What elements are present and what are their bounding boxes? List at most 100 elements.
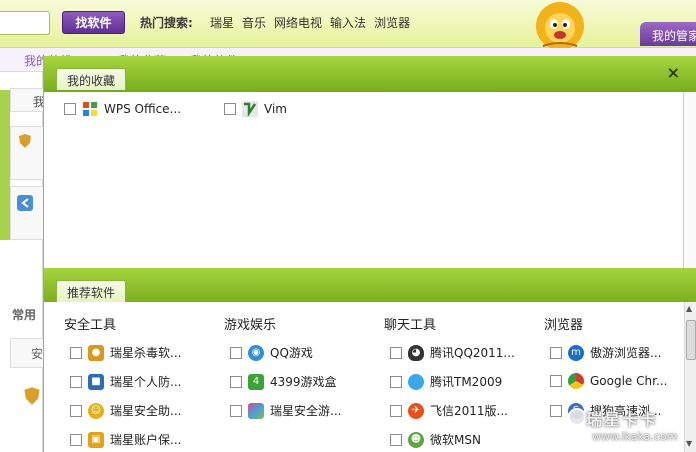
common-label: 常用 [12, 308, 37, 322]
software-label: 腾讯TM2009 [430, 375, 503, 389]
software-label: 腾讯QQ2011... [430, 346, 515, 360]
vim-icon [242, 101, 258, 117]
tab-recommended[interactable]: 推荐软件 [56, 280, 127, 302]
tab-favorites[interactable]: 我的收藏 [56, 68, 127, 90]
checkbox[interactable] [70, 433, 82, 446]
checkbox[interactable] [230, 346, 242, 359]
category-title: 聊天工具 [384, 318, 437, 333]
software-item[interactable]: Google Chr... [550, 373, 667, 389]
favorites-scroll-track [684, 92, 696, 268]
shield-icon [19, 134, 31, 148]
watermark-title: 瑞星卡卡 [586, 410, 659, 429]
software-item[interactable]: m 傲游浏览器... [550, 344, 661, 361]
lion-mascot-icon [536, 2, 584, 48]
checkbox[interactable] [230, 375, 242, 388]
checkbox[interactable] [550, 346, 562, 359]
category-title: 游戏娱乐 [224, 318, 277, 333]
software-label: 微软MSN [430, 433, 481, 447]
checkbox[interactable] [230, 404, 242, 417]
colorful-icon [248, 402, 264, 419]
software-label: 瑞星安全助... [110, 404, 182, 418]
hot-link[interactable]: 音乐 [242, 14, 266, 31]
shield-icon [24, 387, 40, 405]
background-card: 我 [10, 88, 45, 112]
favorite-item[interactable]: WPS Office... [64, 101, 181, 117]
background-card [10, 126, 43, 180]
background-card [10, 186, 43, 240]
software-item[interactable]: 4 4399游戏盒 [230, 373, 337, 390]
hot-link[interactable]: 瑞星 [210, 14, 234, 31]
software-label: 飞信2011版... [430, 404, 508, 418]
software-label: 瑞星账户保... [110, 433, 182, 447]
software-item[interactable]: 腾讯TM2009 [390, 373, 502, 390]
software-item[interactable]: ◉ QQ游戏 [230, 344, 313, 361]
checkbox[interactable] [390, 433, 402, 446]
checkbox[interactable] [390, 346, 402, 359]
favorite-label: Vim [264, 102, 287, 116]
software-label: QQ游戏 [270, 346, 313, 360]
category-title: 安全工具 [64, 318, 117, 333]
shield-icon: ■ [88, 373, 104, 390]
favorite-item[interactable]: Vim [224, 101, 287, 117]
category-title: 浏览器 [544, 318, 584, 333]
software-label: 4399游戏盒 [270, 375, 337, 389]
checkbox[interactable] [390, 375, 402, 388]
lock-icon: ▣ [88, 431, 104, 448]
hot-search-links: 瑞星 音乐 网络电视 输入法 浏览器 [210, 14, 410, 31]
software-item[interactable]: ● 瑞星杀毒软... [70, 344, 181, 361]
wps-icon [82, 101, 98, 117]
checkbox[interactable] [550, 404, 562, 417]
hot-link[interactable]: 网络电视 [274, 14, 322, 31]
watermark-logo-icon [568, 408, 586, 426]
ikaka-watermark: 瑞星卡卡 www.ikaka.com [566, 402, 696, 452]
close-icon[interactable]: × [667, 63, 680, 82]
software-item[interactable]: 瑞星安全游... [230, 402, 341, 419]
checkbox[interactable] [70, 375, 82, 388]
software-item[interactable]: ▣ 瑞星账户保... [70, 431, 181, 448]
software-item[interactable]: ☻ 微软MSN [390, 431, 481, 448]
tm-icon [408, 373, 424, 390]
software-item[interactable]: ◕ 腾讯QQ2011... [390, 344, 515, 361]
search-input[interactable] [0, 11, 50, 35]
scroll-thumb[interactable] [686, 320, 696, 360]
software-label: 瑞星安全游... [270, 404, 342, 418]
hot-link[interactable]: 输入法 [330, 14, 366, 31]
software-item[interactable]: ☺ 瑞星安全助... [70, 402, 181, 419]
my-manager-tab[interactable]: 我的管家 [640, 22, 696, 46]
watermark-url: www.ikaka.com [592, 430, 678, 443]
software-item[interactable]: ■ 瑞星个人防... [70, 373, 181, 390]
game-box-icon: 4 [248, 373, 264, 390]
checkbox[interactable] [390, 404, 402, 417]
helper-icon: ☺ [88, 402, 104, 419]
checkbox[interactable] [70, 404, 82, 417]
checkbox[interactable] [70, 346, 82, 359]
favorites-panel: WPS Office... Vim [44, 92, 684, 268]
background-green-strip [0, 90, 10, 240]
software-label: 瑞星杀毒软... [110, 346, 182, 360]
software-dialog: 我的收藏 × WPS Office... Vim 推荐软件 安全工具 游戏娱乐 … [43, 56, 696, 452]
chrome-icon [568, 373, 584, 389]
scroll-up-icon[interactable]: ▲ [686, 304, 692, 313]
software-item[interactable]: ✈ 飞信2011版... [390, 402, 508, 419]
section-divider [44, 268, 696, 302]
hot-link[interactable]: 浏览器 [374, 14, 410, 31]
hot-search-label: 热门搜索: [140, 16, 193, 30]
maxthon-icon: m [568, 344, 584, 361]
software-label: 瑞星个人防... [110, 375, 182, 389]
rising-lion-icon: ● [88, 344, 104, 361]
qq-game-icon: ◉ [248, 344, 264, 361]
software-label: 傲游浏览器... [590, 346, 662, 360]
checkbox[interactable] [550, 375, 562, 387]
find-software-button[interactable]: 找软件 [62, 11, 125, 34]
favorite-label: WPS Office... [104, 102, 182, 116]
fetion-icon: ✈ [408, 402, 424, 419]
qq-penguin-icon: ◕ [408, 344, 424, 361]
background-card: 安 [10, 338, 43, 368]
checkbox[interactable] [64, 103, 76, 115]
back-arrow-icon [17, 195, 33, 211]
software-label: Google Chr... [590, 374, 668, 388]
checkbox[interactable] [224, 103, 236, 115]
msn-icon: ☻ [408, 431, 424, 448]
top-toolbar: 找软件 热门搜索: 瑞星 音乐 网络电视 输入法 浏览器 我的管家 [0, 0, 696, 48]
dialog-header [44, 56, 696, 90]
